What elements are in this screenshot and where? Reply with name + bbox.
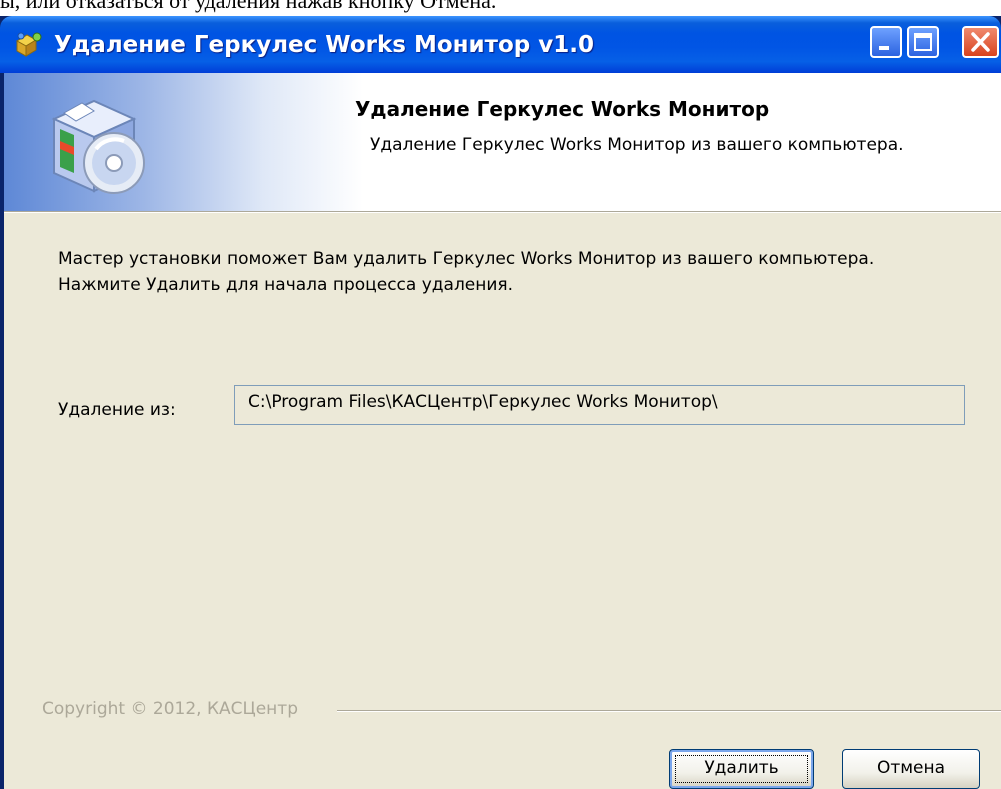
remove-button[interactable]: Удалить (669, 749, 814, 789)
intro-text: Мастер установки поможет Вам удалить Гер… (58, 249, 875, 295)
setup-puzzle-icon (14, 31, 44, 59)
close-button[interactable] (962, 26, 999, 58)
cancel-button[interactable]: Отмена (842, 749, 980, 789)
dialog-header-banner: Удаление Геркулес Works Монитор Удаление… (4, 73, 1001, 212)
cancel-button-label: Отмена (876, 758, 946, 778)
path-label: Удаление из: (58, 400, 176, 420)
maximize-button[interactable] (907, 26, 939, 58)
header-title: Удаление Геркулес Works Монитор (355, 97, 770, 121)
window-title: Удаление Геркулес Works Монитор v1.0 (54, 32, 595, 58)
software-box-cd-icon (34, 89, 154, 199)
uninstall-path-field[interactable]: C:\Program Files\КАСЦентр\Геркулес Works… (234, 385, 965, 425)
copyright-text: Copyright © 2012, КАСЦентр (42, 699, 298, 719)
focus-rectangle (675, 755, 808, 783)
document-text-fragment: ы, или отказаться от удаления нажав кноп… (0, 0, 497, 13)
header-divider (4, 212, 1001, 213)
footer-divider (337, 710, 1001, 712)
header-subtitle: Удаление Геркулес Works Монитор из вашег… (370, 135, 904, 155)
uninstall-window: Удаление Геркулес Works Монитор v1.0 Уда… (0, 16, 1001, 789)
title-bar[interactable]: Удаление Геркулес Works Монитор v1.0 (0, 16, 1001, 73)
minimize-button[interactable] (870, 26, 902, 58)
dialog-client-area: Удаление Геркулес Works Монитор Удаление… (4, 73, 1001, 789)
